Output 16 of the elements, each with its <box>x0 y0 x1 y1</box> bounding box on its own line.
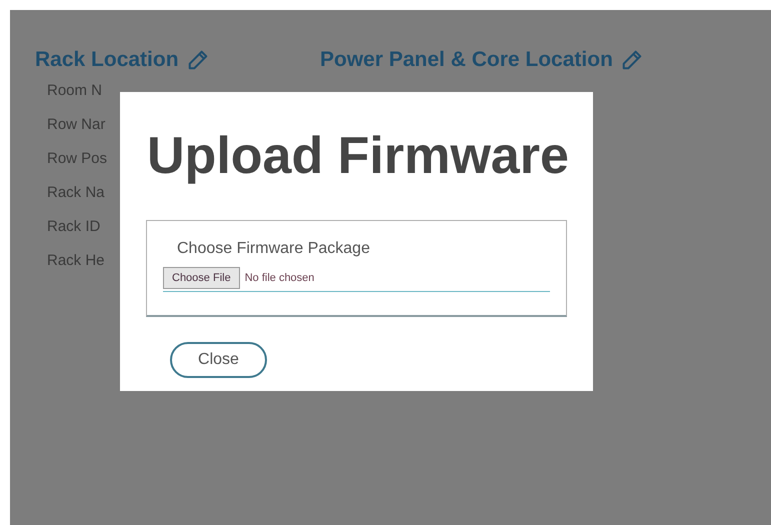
field-label: Room N <box>47 80 102 101</box>
field-label: Rack ID <box>47 216 100 237</box>
pencil-icon[interactable] <box>186 49 209 71</box>
field-label: Row Pos <box>47 148 108 169</box>
field-label: Rack He <box>47 250 105 271</box>
field-label: Row Nar <box>47 114 106 135</box>
file-status: No file chosen <box>244 270 314 286</box>
section-heading: Rack Location <box>35 47 179 74</box>
section-heading: Power Panel & Core Location <box>320 47 613 74</box>
file-label: Choose Firmware Package <box>177 239 371 259</box>
field-label: Rack Na <box>47 182 105 203</box>
file-input[interactable]: Choose File No file chosen <box>163 267 550 292</box>
pencil-icon[interactable] <box>620 49 643 71</box>
close-button[interactable]: Close <box>170 342 267 378</box>
dialog-title: Upload Firmware <box>147 128 570 184</box>
choose-file-button[interactable]: Choose File <box>163 267 240 289</box>
